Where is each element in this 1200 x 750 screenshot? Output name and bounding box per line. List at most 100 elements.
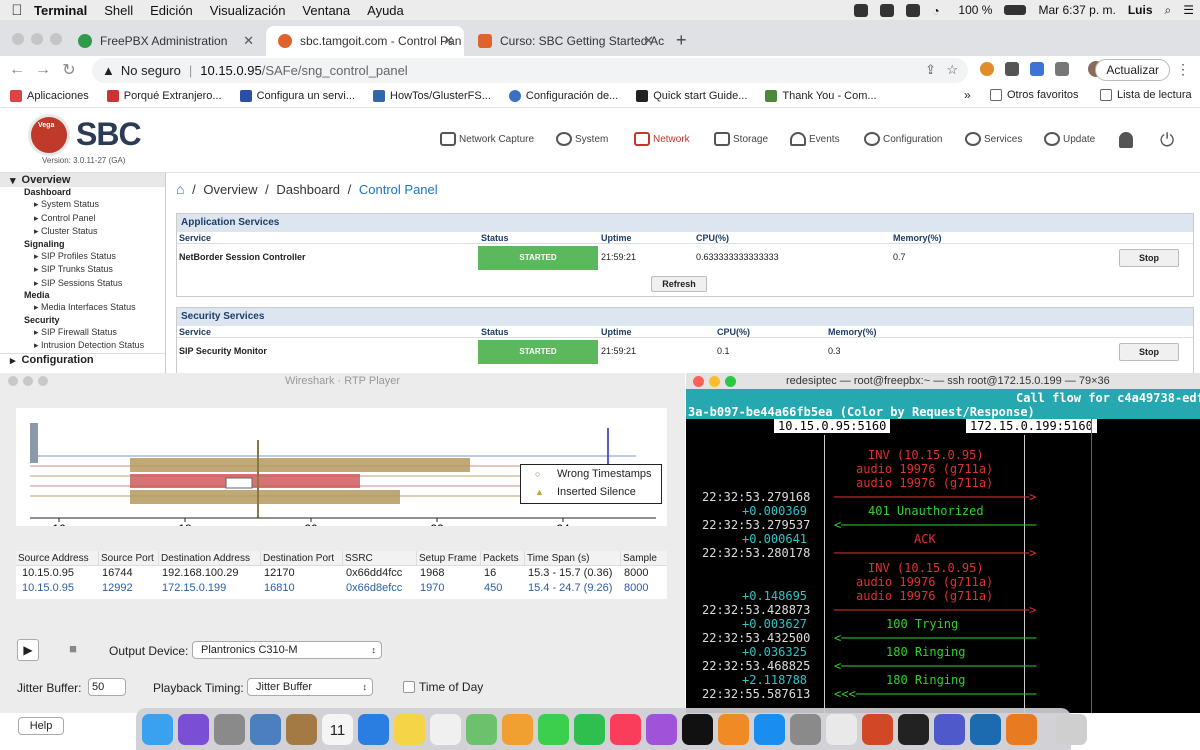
sidebar-item-intrusion-detection[interactable]: ▸ Intrusion Detection Status — [0, 339, 165, 353]
dock-reminders-icon[interactable] — [430, 713, 461, 745]
refresh-button[interactable]: Refresh — [651, 276, 707, 292]
play-button[interactable]: ▶ — [17, 639, 39, 661]
menu-visualizacion[interactable]: Visualización — [210, 3, 286, 18]
stop-button[interactable]: Stop — [1119, 343, 1179, 361]
nav-network-capture[interactable]: Network Capture — [440, 132, 534, 146]
dock-maps-icon[interactable] — [466, 713, 497, 745]
home-icon[interactable]: ⌂ — [176, 181, 184, 197]
menu-ayuda[interactable]: Ayuda — [367, 3, 404, 18]
puzzle-icon[interactable] — [1055, 62, 1069, 76]
update-button[interactable]: Actualizar — [1095, 59, 1170, 81]
sidebar-item-sip-profiles[interactable]: ▸ SIP Profiles Status — [0, 250, 165, 264]
dock-podcasts-icon[interactable] — [646, 713, 677, 745]
col-source-address[interactable]: Source Address — [16, 551, 89, 566]
tab-sbc-control-panel[interactable]: sbc.tamgoit.com - Control Pan ✕ — [266, 26, 464, 56]
col-ssrc[interactable]: SSRC — [342, 551, 373, 566]
window-minimize-icon[interactable] — [709, 376, 720, 387]
dock-trash-icon[interactable] — [1056, 713, 1087, 745]
back-icon[interactable]: ← — [4, 61, 30, 79]
dock-preview-icon[interactable] — [250, 713, 281, 745]
window-zoom-icon[interactable] — [50, 33, 62, 45]
bookmark-star-icon[interactable]: ☆ — [946, 62, 958, 78]
kebab-menu-icon[interactable]: ⋮ — [1176, 61, 1190, 78]
sidebar-item-system-status[interactable]: ▸ System Status — [0, 198, 165, 212]
stop-button[interactable]: Stop — [1119, 249, 1179, 267]
window-minimize-icon[interactable] — [31, 33, 43, 45]
sidebar-item-sip-sessions[interactable]: ▸ SIP Sessions Status — [0, 277, 165, 291]
dock-facetime-icon[interactable] — [574, 713, 605, 745]
col-destination-port[interactable]: Destination Port — [260, 551, 334, 566]
col-packets[interactable]: Packets — [480, 551, 519, 566]
dock-chrome-icon[interactable] — [826, 713, 857, 745]
sidebar-item-cluster-status[interactable]: ▸ Cluster Status — [0, 225, 165, 239]
nav-update[interactable]: Update — [1044, 132, 1095, 146]
bookmark-quickstart[interactable]: Quick start Guide... — [636, 89, 747, 102]
menu-ventana[interactable]: Ventana — [302, 3, 350, 18]
control-center-icon[interactable]: ☰ — [1183, 3, 1194, 17]
breadcrumb-dashboard[interactable]: Dashboard — [276, 182, 340, 197]
sidebar-item-sip-firewall[interactable]: ▸ SIP Firewall Status — [0, 326, 165, 340]
sidebar-overview[interactable]: ▾ Overview — [0, 173, 165, 187]
nav-network[interactable]: Network — [634, 132, 690, 146]
status-icon-3[interactable] — [906, 3, 921, 17]
warning-icon[interactable]: ▲ — [102, 63, 115, 78]
nav-storage[interactable]: Storage — [714, 132, 768, 146]
close-icon[interactable]: ✕ — [243, 33, 254, 49]
dock-notes-icon[interactable] — [394, 713, 425, 745]
dock-books-icon[interactable] — [718, 713, 749, 745]
search-icon[interactable]: ⌕ — [1165, 3, 1172, 18]
bookmark-porque[interactable]: Porqué Extranjero... — [106, 89, 222, 102]
tab-freepbx[interactable]: FreePBX Administration ✕ — [66, 26, 264, 56]
output-device-select[interactable]: Plantronics C310-M ↕ — [192, 641, 382, 659]
col-setup-frame[interactable]: Setup Frame — [416, 551, 477, 566]
sidebar-item-sip-trunks[interactable]: ▸ SIP Trunks Status — [0, 263, 165, 277]
wifi-icon[interactable]: ◔ — [932, 4, 946, 18]
nav-services[interactable]: Services — [965, 132, 1022, 146]
menubar-user[interactable]: Luis — [1128, 3, 1153, 17]
close-icon[interactable]: ✕ — [643, 33, 654, 49]
power-icon[interactable]: ⏻ — [1160, 130, 1174, 151]
bookmark-howtos[interactable]: HowTos/GlusterFS... — [373, 89, 491, 102]
dock-music-icon[interactable] — [610, 713, 641, 745]
share-icon[interactable]: ⇪ — [925, 62, 936, 78]
dock-messages-icon[interactable] — [538, 713, 569, 745]
sidebar-configuration[interactable]: ▸ Configuration — [0, 352, 165, 367]
table-row[interactable]: 10.15.0.95 16744 192.168.100.29 12170 0x… — [16, 566, 667, 581]
col-sample[interactable]: Sample — [620, 551, 657, 566]
reload-icon[interactable]: ↻ — [56, 60, 82, 80]
menu-app-terminal[interactable]: Terminal — [34, 3, 87, 18]
menu-edicion[interactable]: Edición — [150, 3, 193, 18]
apple-menu-icon[interactable]:  — [0, 2, 34, 19]
dock-safari-icon[interactable] — [358, 713, 389, 745]
extension-icon-1[interactable] — [980, 62, 994, 76]
dock-teams-icon[interactable] — [934, 713, 965, 745]
dock-powerpoint-icon[interactable] — [862, 713, 893, 745]
window-zoom-icon[interactable] — [38, 376, 48, 386]
table-row-selected[interactable]: 10.15.0.95 12992 172.15.0.199 16810 0x66… — [16, 581, 667, 596]
dock-tv-icon[interactable] — [682, 713, 713, 745]
col-time-span[interactable]: Time Span (s) — [524, 551, 589, 566]
close-icon[interactable]: ✕ — [443, 33, 454, 49]
nav-configuration[interactable]: Configuration — [864, 132, 942, 146]
dock-notes-brown-icon[interactable] — [286, 713, 317, 745]
dock-wireshark-alt-icon[interactable] — [1006, 713, 1037, 745]
menu-shell[interactable]: Shell — [104, 3, 133, 18]
window-close-icon[interactable] — [8, 376, 18, 386]
dock-siri-icon[interactable] — [178, 713, 209, 745]
omnibox[interactable]: ▲ No seguro | 10.15.0.95 /SAFe/sng_contr… — [92, 58, 968, 83]
sidebar-item-control-panel[interactable]: ▸ Control Panel — [0, 212, 165, 226]
col-destination-address[interactable]: Destination Address — [158, 551, 250, 566]
breadcrumb-control-panel[interactable]: Control Panel — [359, 182, 438, 197]
bookmark-configuracion[interactable]: Configuración de... — [508, 89, 618, 102]
nav-system[interactable]: System — [556, 132, 608, 146]
bookmark-thankyou[interactable]: Thank You - Com... — [765, 89, 877, 102]
bookmark-configura[interactable]: Configura un servi... — [239, 89, 355, 102]
window-close-icon[interactable] — [693, 376, 704, 387]
window-close-icon[interactable] — [12, 33, 24, 45]
extension-icon-3[interactable] — [1030, 62, 1044, 76]
dock-app-store-icon[interactable] — [754, 713, 785, 745]
menubar-clock[interactable]: Mar 6:37 p. m. — [1038, 3, 1115, 17]
extension-icon-2[interactable] — [1005, 62, 1019, 76]
breadcrumb-overview[interactable]: Overview — [203, 182, 257, 197]
help-button[interactable]: Help — [18, 717, 64, 735]
